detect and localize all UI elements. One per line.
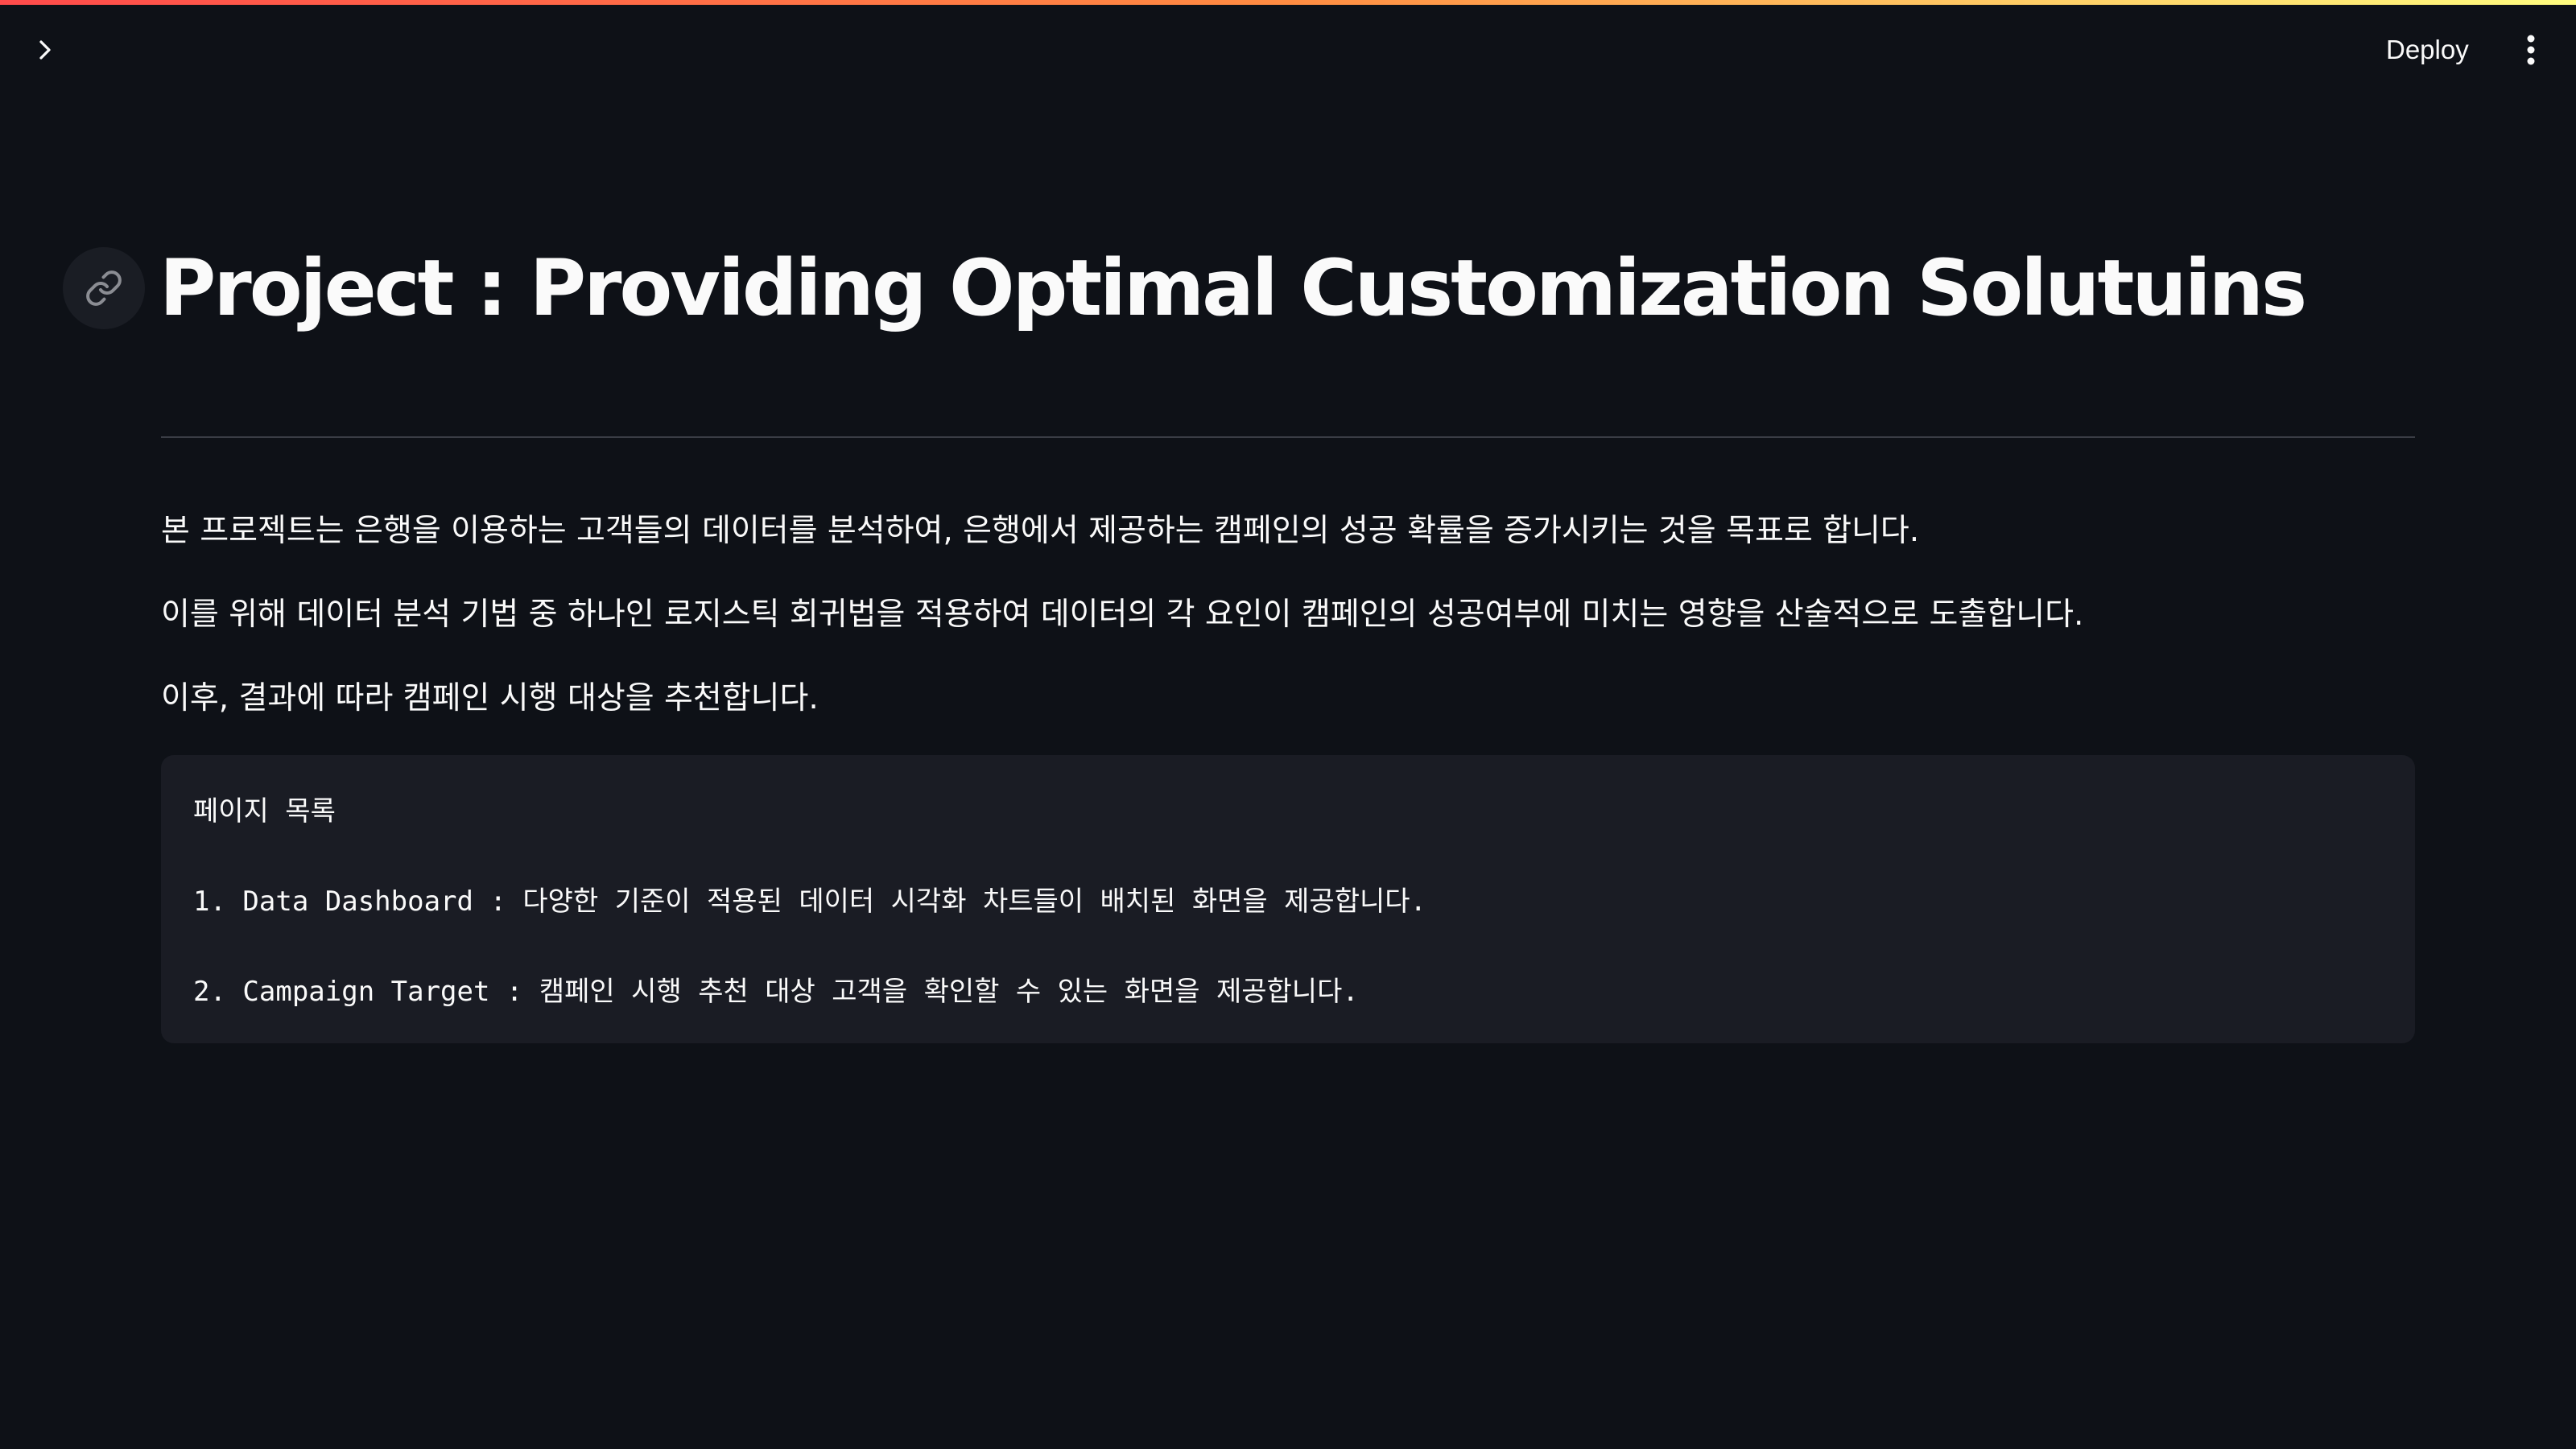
title-anchor-link[interactable]	[63, 247, 145, 329]
intro-paragraph-2: 이를 위해 데이터 분석 기법 중 하나인 로지스틱 회귀법을 적용하여 데이터…	[161, 597, 2084, 633]
page-list-code-block: 페이지 목록 1. Data Dashboard : 다양한 기준이 적용된 데…	[161, 755, 2415, 1043]
title-row: Project : Providing Optimal Customizatio…	[63, 232, 2307, 345]
code-line-campaign-target: 2. Campaign Target : 캠페인 시행 추천 대상 고객을 확인…	[193, 976, 1359, 1008]
vertical-ellipsis-icon	[2527, 35, 2535, 65]
intro-paragraph-1: 본 프로젝트는 은행을 이용하는 고객들의 데이터를 분석하여, 은행에서 제공…	[161, 513, 1920, 549]
intro-paragraph-3: 이후, 결과에 따라 캠페인 시행 대상을 추천합니다.	[161, 680, 819, 716]
sidebar-toggle-button[interactable]	[24, 29, 66, 71]
code-line-data-dashboard: 1. Data Dashboard : 다양한 기준이 적용된 데이터 시각화 …	[193, 886, 1427, 918]
title-divider	[161, 436, 2415, 438]
link-icon	[86, 270, 122, 306]
chevron-right-icon	[39, 40, 51, 60]
main-menu-button[interactable]	[2510, 29, 2552, 71]
app-header: Deploy	[0, 5, 2576, 93]
deploy-button[interactable]: Deploy	[2367, 29, 2488, 71]
code-line-heading: 페이지 목록	[193, 795, 336, 828]
page-title: Project : Providing Optimal Customizatio…	[159, 243, 2307, 333]
